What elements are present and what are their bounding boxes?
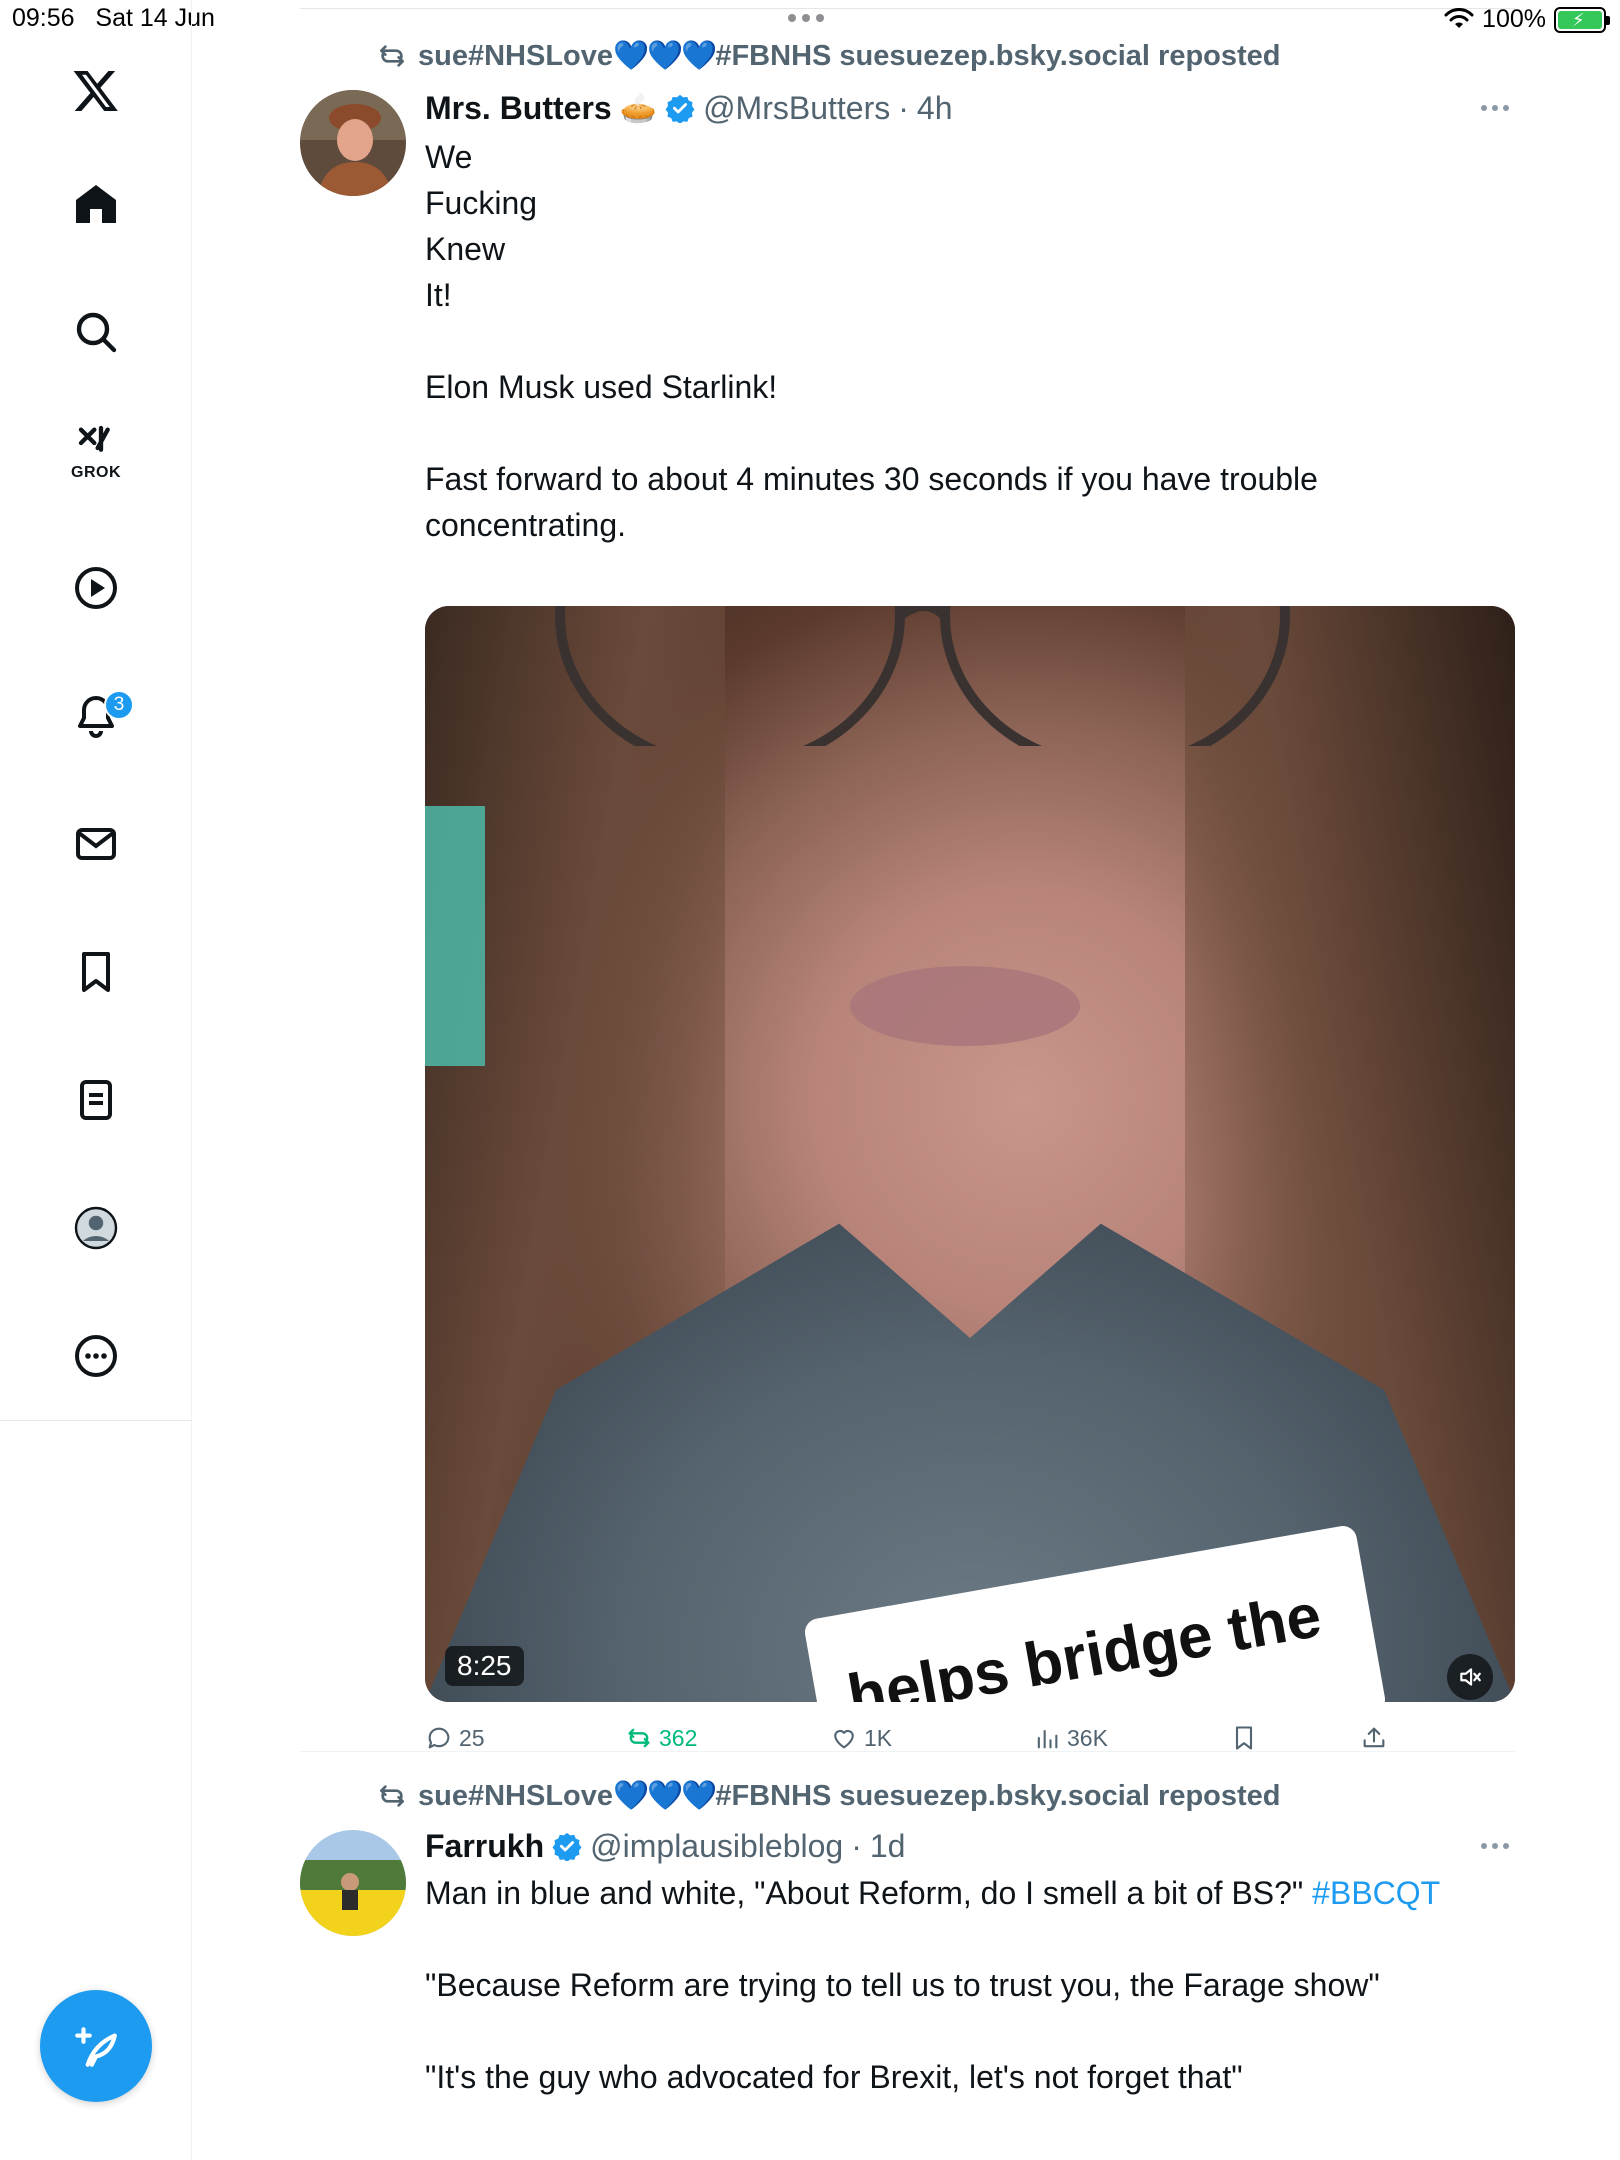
- tweet-header: Farrukh @implausibleblog · 1d: [425, 1826, 905, 1866]
- tweet-text-line: Knew: [425, 231, 506, 267]
- more-options-icon[interactable]: [1475, 1836, 1515, 1856]
- tweet-text-line: [425, 318, 1515, 364]
- timestamp[interactable]: 1d: [870, 1828, 906, 1865]
- grok-label: GROK: [71, 464, 121, 481]
- video-player[interactable]: helps bridge the 8:25: [425, 606, 1515, 1702]
- compose-icon: [75, 2027, 117, 2067]
- status-bar: 09:56 Sat 14 Jun 100% ⚡: [0, 0, 1620, 40]
- bookmark-icon: [1235, 1726, 1253, 1750]
- timestamp[interactable]: 4h: [917, 90, 953, 127]
- tweet[interactable]: sue#NHSLove💙💙💙#FBNHS suesuezep.bsky.soci…: [300, 38, 1515, 1751]
- tweet-text-line: concentrating.: [425, 507, 627, 543]
- views-button[interactable]: 36K: [1033, 1718, 1108, 1758]
- bell-icon[interactable]: 3: [66, 686, 134, 746]
- repost-count: 362: [659, 1724, 698, 1751]
- multitask-handle-icon[interactable]: [788, 14, 824, 22]
- more-options-icon[interactable]: [1475, 98, 1515, 118]
- repost-suffix: #FBNHS suesuezep.bsky.social reposted: [715, 40, 1281, 72]
- tweet-text-line: We: [425, 139, 473, 175]
- display-name[interactable]: Mrs. Butters: [425, 90, 612, 127]
- tweet-text-line: "It's the guy who advocated for Brexit, …: [425, 2059, 1243, 2095]
- share-icon: [1363, 1727, 1385, 1748]
- repost-user: sue#NHSLove: [418, 40, 614, 72]
- tweet-text-line: Fucking: [425, 185, 538, 221]
- tweet-text-line: [425, 2008, 1515, 2054]
- like-button[interactable]: 1K: [830, 1718, 892, 1758]
- tweet-header: Mrs. Butters 🥧 @MrsButters · 4h: [425, 88, 952, 128]
- more-circle-icon[interactable]: [66, 1326, 126, 1386]
- reply-button[interactable]: 25: [425, 1718, 485, 1758]
- repost-context[interactable]: sue#NHSLove💙💙💙#FBNHS suesuezep.bsky.soci…: [376, 38, 1281, 74]
- compose-button[interactable]: [40, 1990, 152, 2102]
- speaker-muted-icon: [1460, 1668, 1481, 1686]
- x-logo-icon[interactable]: [66, 60, 126, 120]
- bookmark-icon[interactable]: [66, 942, 126, 1002]
- video-duration: 8:25: [445, 1646, 524, 1686]
- bookmark-button[interactable]: [1230, 1718, 1258, 1758]
- play-circle-icon[interactable]: [66, 558, 126, 618]
- tweet-actions: 25 362 1K 36K: [425, 1718, 1515, 1758]
- mail-icon[interactable]: [66, 814, 126, 874]
- sidebar: GROK 3: [0, 0, 192, 2160]
- list-icon[interactable]: [66, 1070, 126, 1130]
- repost-user: sue#NHSLove: [418, 1780, 614, 1812]
- avatar[interactable]: [300, 1830, 406, 1936]
- repost-icon: [628, 1728, 650, 1748]
- notification-badge: 3: [104, 690, 134, 720]
- repost-button[interactable]: 362: [625, 1718, 697, 1758]
- heart-icon: [834, 1729, 854, 1749]
- verified-badge-icon: [552, 1832, 582, 1861]
- wifi-icon: [1444, 7, 1474, 28]
- tweet-text-line: "Because Reform are trying to tell us to…: [425, 1967, 1380, 2003]
- hashtag-link[interactable]: #BBCQT: [1312, 1875, 1440, 1911]
- tweet-text: We Fucking Knew It! Elon Musk used Starl…: [425, 134, 1515, 548]
- tweet-text-line: It!: [425, 277, 452, 313]
- sidebar-divider: [0, 1420, 192, 1421]
- tweet-text-span: Man in blue and white, "About Reform, do…: [425, 1875, 1304, 1911]
- tweet[interactable]: sue#NHSLove💙💙💙#FBNHS suesuezep.bsky.soci…: [300, 1778, 1515, 2160]
- separator-dot: ·: [898, 89, 909, 126]
- video-frame-mouth: [850, 966, 1080, 1046]
- tweet-text: Man in blue and white, "About Reform, do…: [425, 1870, 1515, 2100]
- repost-icon: [380, 1785, 404, 1807]
- tweet-text-line: Fast forward to about 4 minutes 30 secon…: [425, 461, 1318, 497]
- tweet-divider: [300, 1751, 1515, 1752]
- top-divider: [300, 8, 1515, 9]
- handle[interactable]: @MrsButters: [703, 90, 890, 127]
- views-count: 36K: [1067, 1724, 1108, 1751]
- like-count: 1K: [864, 1724, 893, 1751]
- battery-icon: ⚡: [1554, 6, 1610, 33]
- views-icon: [1037, 1729, 1058, 1749]
- video-frame-glasses: [555, 606, 1290, 746]
- avatar-icon[interactable]: [66, 1198, 126, 1258]
- mute-button[interactable]: [1447, 1654, 1493, 1700]
- tweet-text-line: Man in blue and white, "About Reform, do…: [425, 1870, 1515, 1916]
- avatar[interactable]: [300, 90, 406, 196]
- repost-icon: [380, 45, 404, 67]
- handle[interactable]: @implausibleblog: [590, 1828, 843, 1865]
- reply-icon: [428, 1727, 450, 1749]
- verified-badge-icon: [665, 94, 695, 123]
- tweet-text-line: [425, 1916, 1515, 1962]
- grok-icon[interactable]: GROK: [66, 420, 126, 481]
- display-name[interactable]: Farrukh: [425, 1828, 544, 1865]
- status-right: 100% ⚡: [1444, 5, 1610, 34]
- separator-dot: ·: [851, 1827, 862, 1864]
- battery-percent: 100%: [1482, 5, 1546, 33]
- tweet-text-line: [425, 410, 1515, 456]
- repost-suffix: #FBNHS suesuezep.bsky.social reposted: [715, 1780, 1281, 1812]
- tweet-text-line: Elon Musk used Starlink!: [425, 369, 778, 405]
- repost-hearts: 💙💙💙: [613, 1780, 717, 1812]
- video-frame-background: [425, 806, 485, 1066]
- pie-emoji: 🥧: [619, 91, 658, 125]
- reply-count: 25: [459, 1724, 485, 1751]
- repost-hearts: 💙💙💙: [613, 40, 717, 72]
- home-icon[interactable]: [66, 174, 126, 234]
- share-button[interactable]: [1360, 1718, 1388, 1758]
- search-icon[interactable]: [66, 302, 126, 362]
- repost-context[interactable]: sue#NHSLove💙💙💙#FBNHS suesuezep.bsky.soci…: [376, 1778, 1281, 1814]
